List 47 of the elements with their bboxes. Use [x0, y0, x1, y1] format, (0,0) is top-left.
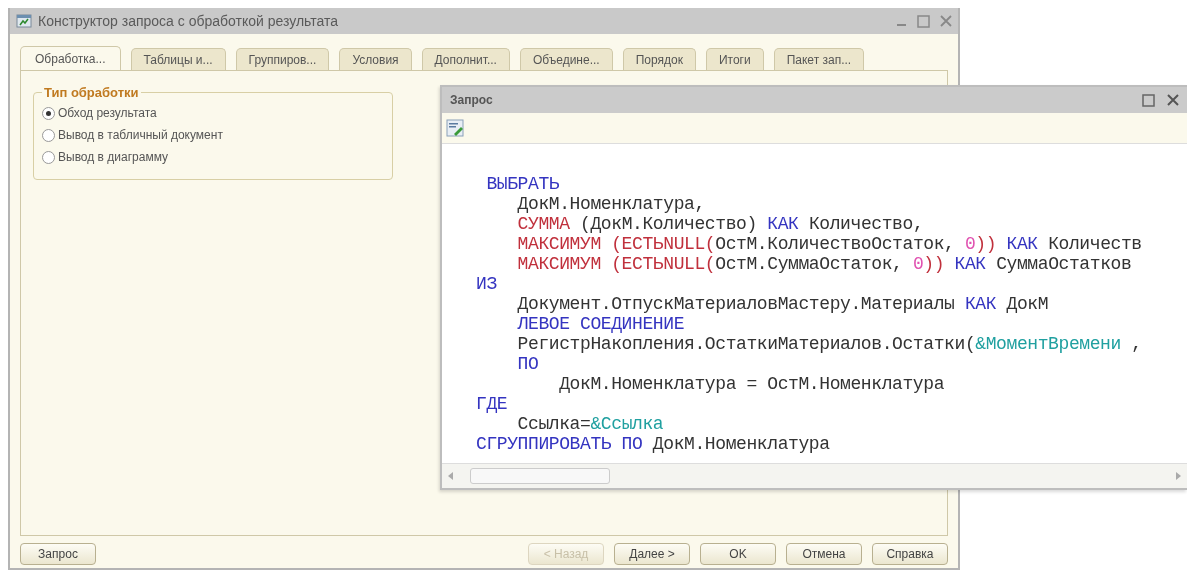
- tab[interactable]: Порядок: [622, 48, 696, 71]
- dialog-button[interactable]: Отмена: [786, 543, 862, 565]
- edit-query-icon[interactable]: [446, 119, 464, 137]
- tab[interactable]: Обработка...: [20, 46, 121, 71]
- code-line: Ссылка=&Ссылка: [516, 414, 665, 434]
- dialog-button[interactable]: OK: [700, 543, 776, 565]
- radio-button[interactable]: [42, 128, 55, 142]
- tab[interactable]: Условия: [339, 48, 412, 71]
- code-line: МАКСИМУМ (ЕСТЬNULL(ОстМ.КоличествоОстаток, 0)) КАК Количеств: [516, 234, 1143, 254]
- maximize-icon[interactable]: [917, 14, 930, 28]
- radio-label[interactable]: Вывод в табличный документ: [58, 128, 223, 142]
- tab[interactable]: Дополнит...: [421, 48, 510, 71]
- scroll-right-icon[interactable]: [1173, 471, 1183, 481]
- code-line: ПО: [516, 354, 540, 374]
- radio-label[interactable]: Обход результата: [58, 106, 157, 120]
- code-line: СГРУППИРОВАТЬ ПО ДокМ.Номенклатура: [476, 434, 831, 454]
- code-line: РегистрНакопления.ОстаткиМатериалов.Остатки(&МоментВремени ,: [516, 334, 1143, 354]
- window-title: Запрос: [450, 93, 494, 107]
- group-title: Тип обработки: [43, 85, 140, 100]
- dialog-button[interactable]: Справка: [872, 543, 948, 565]
- code-editor[interactable]: [442, 144, 1187, 463]
- scroll-left-icon[interactable]: [446, 471, 456, 481]
- code-line: МАКСИМУМ (ЕСТЬNULL(ОстМ.СуммаОстаток, 0)) КАК СуммаОстатков: [516, 254, 1133, 274]
- radio-button[interactable]: [42, 150, 55, 164]
- code-line: ИЗ: [476, 274, 498, 294]
- code-line: ВЫБРАТЬ: [485, 174, 561, 194]
- tab[interactable]: Группиров...: [235, 48, 330, 71]
- code-line: ГДЕ: [476, 394, 509, 414]
- radio-label[interactable]: Вывод в диаграмму: [58, 150, 169, 164]
- close-icon[interactable]: [1167, 94, 1179, 106]
- code-line: ДокМ.Номенклатура = ОстМ.Номенклатура: [558, 374, 946, 394]
- code-line: Документ.ОтпускМатериаловМастеру.Материалы КАК ДокМ: [516, 294, 1050, 314]
- radio-button[interactable]: [42, 106, 55, 120]
- close-icon[interactable]: [940, 15, 952, 27]
- code-line: ДокМ.Номенклатура,: [516, 194, 706, 214]
- dialog-button[interactable]: Далее >: [614, 543, 690, 565]
- dialog-button[interactable]: Запрос: [20, 543, 96, 565]
- tab[interactable]: Таблицы и...: [130, 48, 226, 71]
- code-line: СУММА (ДокМ.Количество) КАК Количество,: [516, 214, 925, 234]
- tab[interactable]: Объедине...: [519, 48, 613, 71]
- code-line: ЛЕВОЕ СОЕДИНЕНИЕ: [516, 314, 686, 334]
- maximize-icon[interactable]: [1142, 93, 1155, 107]
- horizontal-scrollbar[interactable]: [442, 463, 1187, 488]
- app-icon: [16, 13, 32, 29]
- window-title: Конструктор запроса с обработкой результата: [38, 13, 340, 29]
- tab[interactable]: Пакет зап...: [773, 48, 865, 71]
- tab[interactable]: Итоги: [705, 48, 764, 71]
